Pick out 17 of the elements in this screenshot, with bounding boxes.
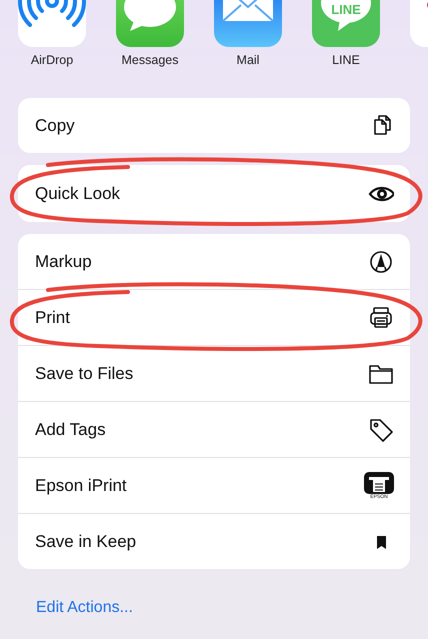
app-label[interactable]: AirDrop xyxy=(30,53,74,67)
action-row[interactable]: Add Tags xyxy=(18,402,410,458)
action-row[interactable]: Print xyxy=(18,290,410,346)
printer-icon xyxy=(368,304,394,330)
printer-icon xyxy=(364,472,394,494)
action-row[interactable]: Save in Keep xyxy=(18,514,410,569)
action-row[interactable]: Save to Files xyxy=(18,346,410,402)
tag-icon xyxy=(368,416,394,442)
app-label[interactable]: LINE xyxy=(332,53,360,67)
action-row[interactable]: Quick Look xyxy=(18,165,410,222)
logo-text: LINE xyxy=(330,2,362,17)
app-label[interactable]: Messages xyxy=(122,53,178,67)
pen-tip-icon xyxy=(368,248,394,274)
app-label[interactable]: Mail xyxy=(236,53,260,67)
action-row[interactable]: Copy xyxy=(18,98,410,153)
action-row[interactable]: Markup xyxy=(18,234,410,290)
edit-actions-link[interactable]: Edit Actions... xyxy=(0,581,428,617)
